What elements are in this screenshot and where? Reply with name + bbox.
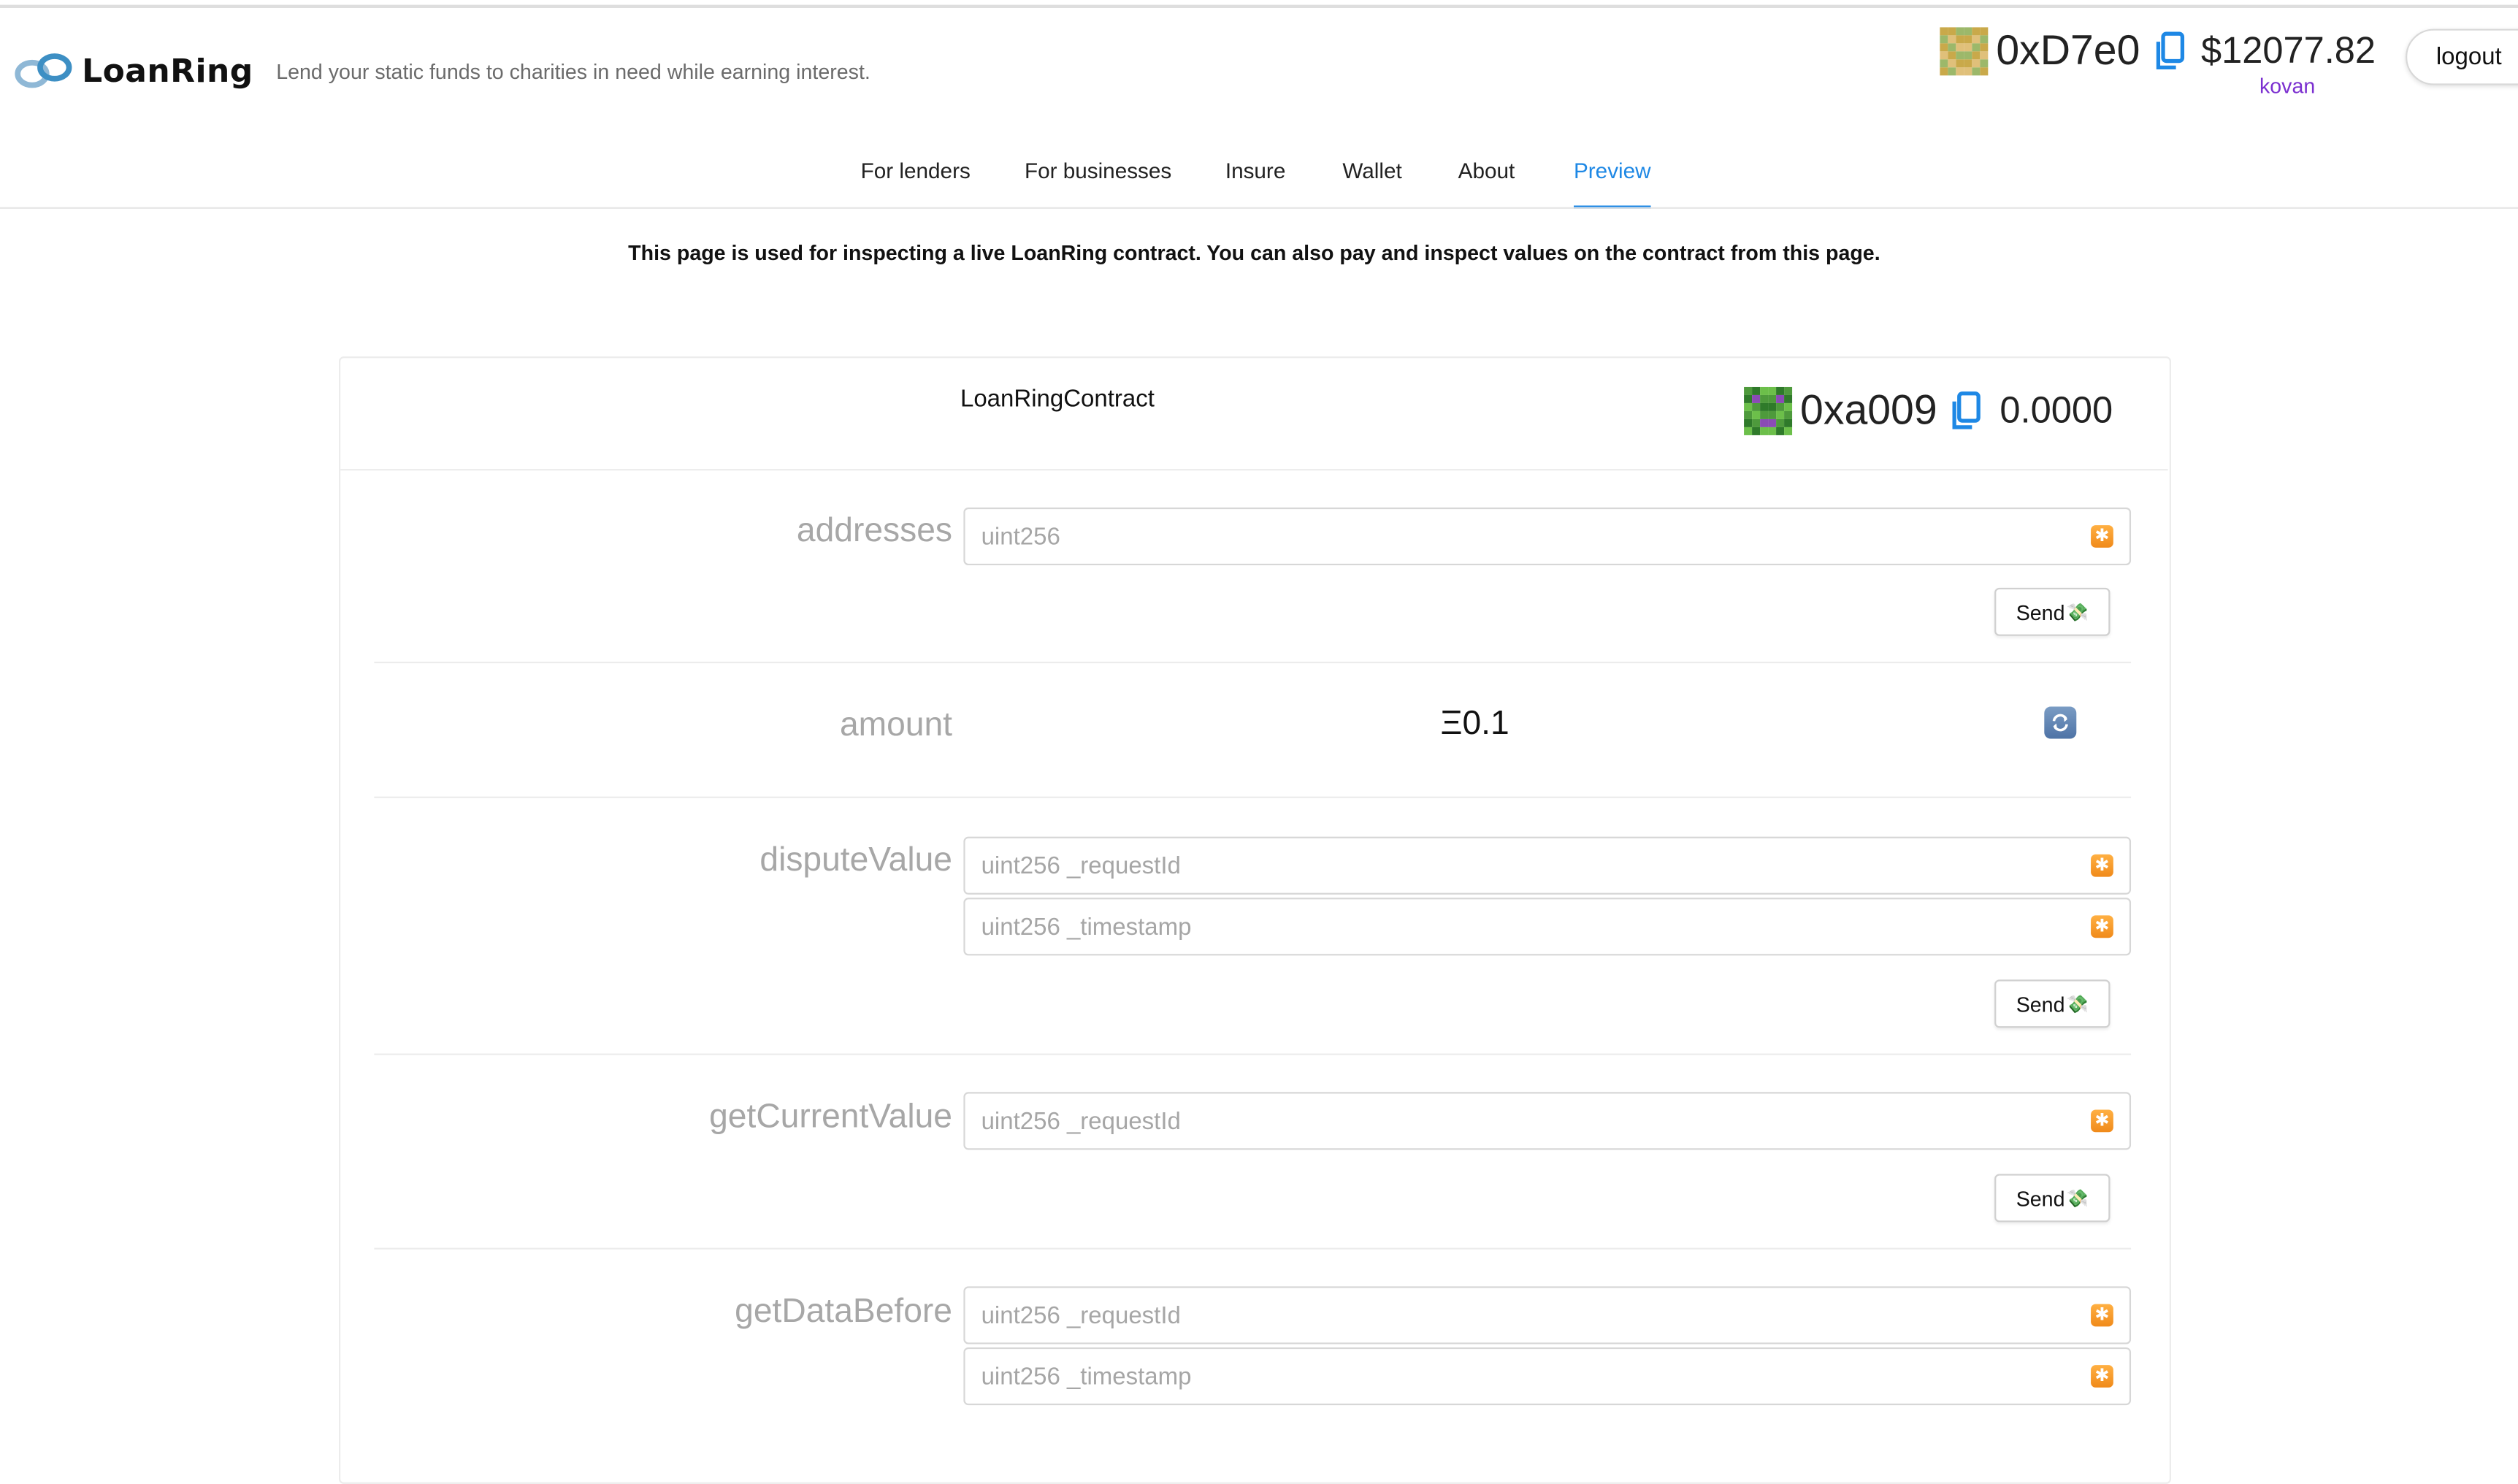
account-avatar — [1940, 26, 1989, 75]
function-label-getdatabefore: getDataBefore — [735, 1293, 952, 1330]
row-divider — [374, 796, 2132, 798]
brand-name: LoanRing — [82, 51, 253, 91]
page-notice: This page is used for inspecting a live … — [628, 240, 1880, 265]
function-label-getcurrentvalue: getCurrentValue — [709, 1098, 952, 1136]
row-divider — [374, 661, 2132, 664]
brand-logo[interactable]: LoanRing — [15, 48, 253, 93]
contract-address[interactable]: 0xa009 — [1800, 386, 1937, 435]
getcurrentvalue-send-button[interactable]: Send 💸 — [1994, 1174, 2111, 1223]
money-icon: 💸 — [2066, 603, 2089, 623]
send-label: Send — [2016, 991, 2065, 1016]
getcurrentvalue-requestid-field: ✱ — [963, 1092, 2132, 1150]
function-label-amount: amount — [839, 706, 952, 744]
star-icon[interactable]: ✱ — [2091, 915, 2113, 938]
nav-for-businesses[interactable]: For businesses — [1025, 159, 1171, 209]
top-divider — [0, 4, 2518, 8]
nav-preview[interactable]: Preview — [1574, 159, 1651, 209]
send-label: Send — [2016, 1185, 2065, 1210]
main-nav: For lenders For businesses Insure Wallet… — [0, 159, 2518, 209]
disputevalue-timestamp-input[interactable] — [965, 899, 2073, 955]
account-balance: $12077.82 — [2200, 28, 2376, 71]
disputevalue-requestid-input[interactable] — [965, 838, 2073, 893]
function-label-disputevalue: disputeValue — [759, 841, 952, 879]
card-header-divider — [340, 469, 2168, 471]
copy-icon[interactable] — [1948, 389, 1983, 431]
getdatabefore-timestamp-input[interactable] — [965, 1349, 2073, 1404]
addresses-input-field: ✱ — [963, 507, 2132, 566]
network-label: kovan — [2259, 74, 2316, 99]
infinity-ring-icon — [15, 53, 72, 88]
star-icon[interactable]: ✱ — [2091, 1365, 2113, 1388]
account-address[interactable]: 0xD7e0 — [1996, 26, 2140, 75]
contract-avatar — [1744, 386, 1793, 435]
contract-title: LoanRingContract — [960, 385, 1155, 413]
nav-wallet[interactable]: Wallet — [1342, 159, 1401, 209]
page: LoanRing Lend your static funds to chari… — [0, 0, 2518, 1484]
star-icon[interactable]: ✱ — [2091, 525, 2113, 548]
star-icon[interactable]: ✱ — [2091, 1109, 2113, 1133]
nav-insure[interactable]: Insure — [1225, 159, 1286, 209]
logout-button[interactable]: logout — [2406, 28, 2518, 85]
disputevalue-send-button[interactable]: Send 💸 — [1994, 979, 2111, 1028]
tagline: Lend your static funds to charities in n… — [276, 59, 870, 84]
function-label-addresses: addresses — [796, 512, 952, 550]
money-icon: 💸 — [2066, 995, 2089, 1014]
send-label: Send — [2016, 600, 2065, 624]
getcurrentvalue-requestid-input[interactable] — [965, 1093, 2073, 1149]
contract-balance: 0.0000 — [2000, 389, 2113, 431]
money-icon: 💸 — [2066, 1189, 2089, 1209]
addresses-input[interactable] — [965, 509, 2073, 564]
star-icon[interactable]: ✱ — [2091, 1304, 2113, 1327]
amount-value: Ξ0.1 — [1440, 705, 1509, 742]
star-icon[interactable]: ✱ — [2091, 854, 2113, 877]
contract-info: 0xa009 0.0000 — [1744, 386, 2113, 435]
refresh-icon[interactable] — [2044, 706, 2077, 739]
addresses-send-button[interactable]: Send 💸 — [1994, 587, 2111, 636]
nav-for-lenders[interactable]: For lenders — [861, 159, 971, 209]
row-divider — [374, 1053, 2132, 1055]
disputevalue-timestamp-field: ✱ — [963, 898, 2132, 956]
refresh-arrows-icon — [2052, 714, 2068, 732]
disputevalue-requestid-field: ✱ — [963, 836, 2132, 895]
row-divider — [374, 1247, 2132, 1250]
nav-divider — [0, 207, 2518, 209]
account-info: 0xD7e0 $12077.82 — [1940, 26, 2376, 75]
getdatabefore-requestid-field: ✱ — [963, 1286, 2132, 1345]
getdatabefore-requestid-input[interactable] — [965, 1288, 2073, 1343]
copy-icon[interactable] — [2151, 30, 2186, 72]
nav-about[interactable]: About — [1458, 159, 1515, 209]
getdatabefore-timestamp-field: ✱ — [963, 1347, 2132, 1406]
